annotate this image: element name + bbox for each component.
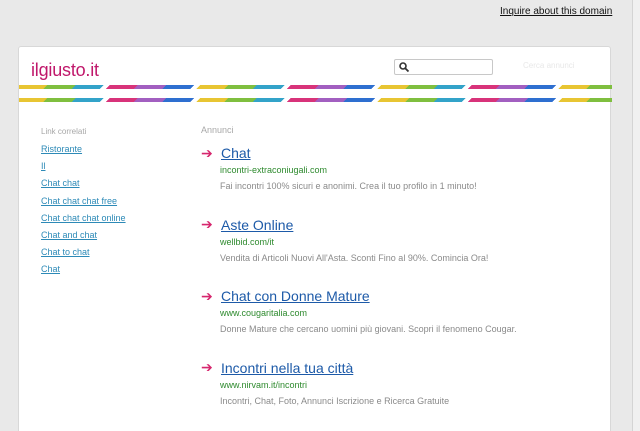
content-panel: ilgiusto.it Cerca annunci Link correlati… xyxy=(18,46,612,431)
list-item: Chat chat chat free xyxy=(41,191,201,208)
list-item: Il xyxy=(41,156,201,173)
ad-title-link[interactable]: Chat xyxy=(221,145,251,161)
list-item: Chat to chat xyxy=(41,242,201,259)
ads-title: Annunci xyxy=(201,125,234,135)
ad-title-link[interactable]: Aste Online xyxy=(221,217,293,233)
related-link[interactable]: Chat chat chat online xyxy=(41,213,126,223)
ad-url[interactable]: www.nirvam.it/incontri xyxy=(220,380,601,390)
related-link[interactable]: Chat and chat xyxy=(41,230,97,240)
site-logo: ilgiusto.it xyxy=(31,60,99,80)
ad-item: ➔ Chat incontri-extraconiugali.com Fai i… xyxy=(201,144,601,216)
scrollbar[interactable] xyxy=(632,0,640,431)
related-link[interactable]: Chat xyxy=(41,264,60,274)
list-item: Chat chat chat online xyxy=(41,208,201,225)
ad-item: ➔ Chat con Donne Mature www.cougaritalia… xyxy=(201,287,601,359)
inquire-domain-link[interactable]: Inquire about this domain xyxy=(500,6,612,17)
ad-url[interactable]: wellbid.com/it xyxy=(220,237,601,247)
sidebar-title: Link correlati xyxy=(41,127,87,136)
ad-description: Fai incontri 100% sicuri e anonimi. Crea… xyxy=(220,181,477,191)
ad-description: Donne Mature che cercano uomini più giov… xyxy=(220,324,517,334)
ad-description: Incontri, Chat, Foto, Annunci Iscrizione… xyxy=(220,395,450,406)
related-link[interactable]: Ristorante xyxy=(41,144,82,154)
ad-item: ➔ Aste Online wellbid.com/it Vendita di … xyxy=(201,216,601,288)
ad-item: ➔ Incontri nella tua città www.nirvam.it… xyxy=(201,359,601,431)
ad-title-link[interactable]: Incontri nella tua città xyxy=(221,360,353,376)
arrow-right-icon: ➔ xyxy=(201,359,213,375)
list-item: Ristorante xyxy=(41,139,201,156)
ad-url[interactable]: incontri-extraconiugali.com xyxy=(220,165,601,175)
search-input[interactable] xyxy=(411,61,491,73)
search-box[interactable] xyxy=(394,59,493,75)
search-icon xyxy=(399,62,410,73)
list-item: Chat chat xyxy=(41,173,201,190)
search-button[interactable]: Cerca annunci xyxy=(523,61,575,70)
list-item: Chat xyxy=(41,259,201,276)
ad-title-link[interactable]: Chat con Donne Mature xyxy=(221,288,370,304)
ads-section: Annunci ➔ Chat incontri-extraconiugali.c… xyxy=(201,125,601,430)
related-link[interactable]: Il xyxy=(41,161,46,171)
ad-url[interactable]: www.cougaritalia.com xyxy=(220,308,601,318)
related-links-sidebar: Link correlati Ristorante Il Chat chat C… xyxy=(41,127,201,277)
arrow-right-icon: ➔ xyxy=(201,216,213,232)
related-link[interactable]: Chat to chat xyxy=(41,247,90,257)
arrow-right-icon: ➔ xyxy=(201,287,213,304)
related-link[interactable]: Chat chat xyxy=(41,178,80,188)
related-link[interactable]: Chat chat chat free xyxy=(41,196,117,206)
arrow-right-icon: ➔ xyxy=(201,144,213,161)
color-stripe-top xyxy=(19,85,612,89)
list-item: Chat and chat xyxy=(41,225,201,242)
ad-description: Vendita di Articoli Nuovi All'Asta. Scon… xyxy=(220,252,489,263)
color-stripe-bottom xyxy=(19,98,612,102)
